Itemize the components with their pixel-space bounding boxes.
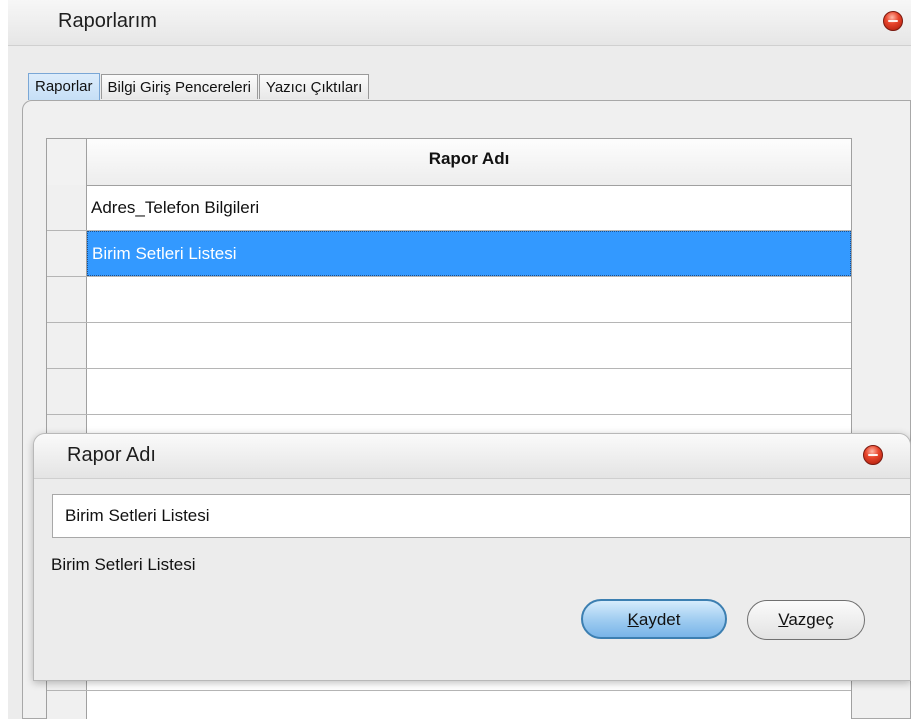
table-row[interactable] — [47, 691, 851, 719]
rapor-adi-dialog: Rapor Adı Birim Setleri Listesi Kaydet V… — [33, 433, 911, 681]
close-icon[interactable] — [883, 11, 903, 31]
rapor-adi-cell[interactable]: Birim Setleri Listesi — [87, 231, 851, 276]
row-indicator[interactable] — [47, 691, 87, 719]
report-name-label: Birim Setleri Listesi — [51, 555, 196, 574]
close-icon[interactable] — [863, 445, 883, 465]
rapor-adi-cell[interactable] — [87, 277, 851, 322]
table-row[interactable] — [47, 323, 851, 369]
rapor-adi-cell[interactable] — [87, 691, 851, 719]
row-indicator[interactable] — [47, 369, 87, 414]
rapor-adi-cell[interactable] — [87, 369, 851, 414]
tab-raporlar[interactable]: Raporlar — [28, 73, 100, 100]
rapor-adi-cell[interactable]: Adres_Telefon Bilgileri — [87, 185, 851, 230]
row-indicator[interactable] — [47, 323, 87, 368]
cancel-button-accel: V — [778, 610, 789, 629]
tab-bar: Raporlar Bilgi Giriş Pencereleri Yazıcı … — [28, 73, 370, 100]
grid-header: Rapor Adı — [47, 139, 851, 186]
cancel-button[interactable]: Vazgeç — [747, 600, 865, 640]
window-title-bar: Raporlarım — [8, 0, 911, 46]
report-name-input[interactable] — [52, 494, 910, 538]
table-row[interactable] — [47, 369, 851, 415]
rapor-adi-cell[interactable] — [87, 323, 851, 368]
cancel-button-label: azgeç — [788, 610, 834, 629]
save-button-label: aydet — [638, 610, 681, 629]
row-indicator[interactable] — [47, 185, 87, 230]
tab-bilgi-giris-pencereleri[interactable]: Bilgi Giriş Pencereleri — [100, 74, 258, 99]
tab-yazici-ciktilari[interactable]: Yazıcı Çıktıları — [258, 74, 370, 99]
save-button-accel: K — [627, 610, 639, 629]
table-row[interactable]: Adres_Telefon Bilgileri — [47, 185, 851, 231]
grid-corner — [47, 139, 87, 185]
dialog-title: Rapor Adı — [67, 444, 156, 466]
column-header-rapor-adi[interactable]: Rapor Adı — [87, 139, 851, 185]
table-row[interactable]: Birim Setleri Listesi — [47, 231, 851, 277]
row-indicator[interactable] — [47, 277, 87, 322]
save-button[interactable]: Kaydet — [581, 599, 727, 639]
window-title: Raporlarım — [58, 10, 157, 32]
table-row[interactable] — [47, 277, 851, 323]
row-indicator[interactable] — [47, 231, 87, 276]
dialog-title-bar: Rapor Adı — [34, 434, 910, 479]
